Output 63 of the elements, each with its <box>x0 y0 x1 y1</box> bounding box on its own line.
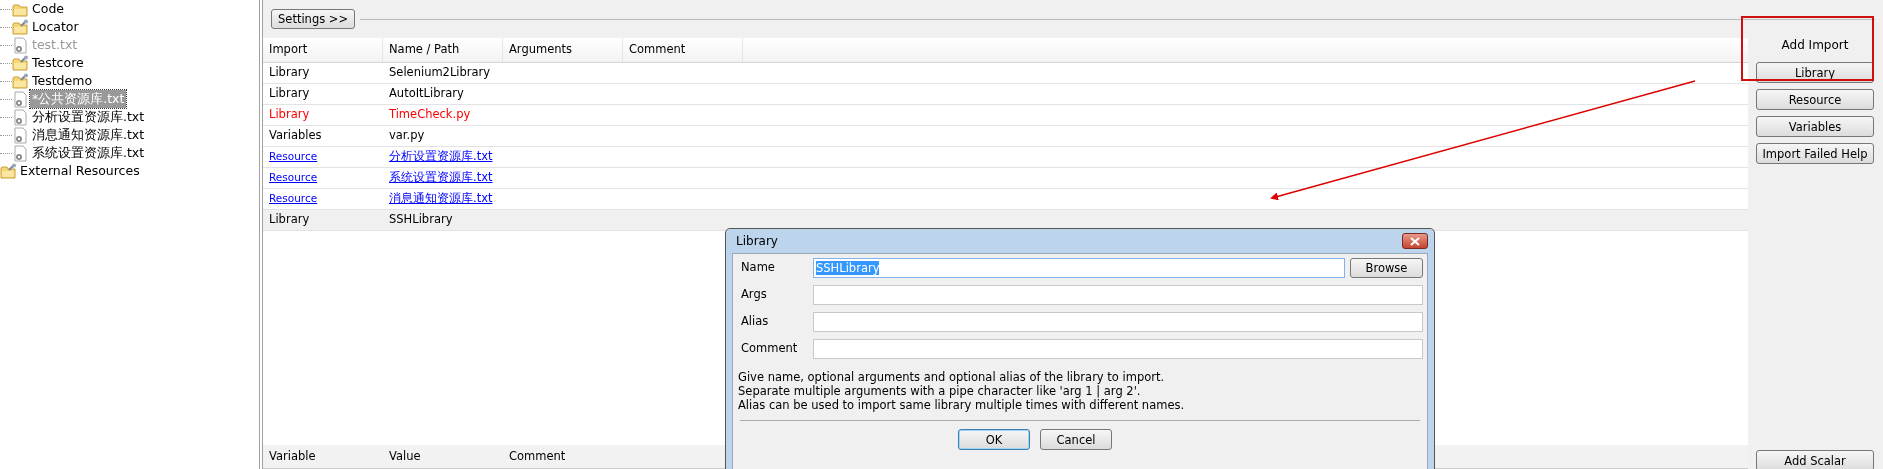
tree-item[interactable]: 系统设置资源库.txt <box>30 143 147 163</box>
column-header: Variable <box>268 447 317 465</box>
tree-item[interactable]: Locator <box>30 17 81 37</box>
field-label: Name <box>740 258 776 276</box>
link[interactable]: 分析设置资源库.txt <box>383 148 503 166</box>
dialog-button[interactable]: Cancel <box>1040 429 1112 450</box>
link[interactable]: Resource <box>263 149 383 165</box>
tree-item[interactable]: Testdemo <box>30 71 95 91</box>
field-label: Alias <box>740 312 770 330</box>
folder-wrench-icon <box>12 54 29 72</box>
tree-item[interactable]: External Resources <box>18 161 142 181</box>
tree-item[interactable]: Testcore <box>30 53 86 73</box>
file-gear-icon <box>12 108 29 126</box>
dialog-title: Library <box>736 233 778 250</box>
column-header: Value <box>388 447 422 465</box>
column-header: Import <box>263 38 383 62</box>
link[interactable]: Resource <box>263 170 383 186</box>
input-field[interactable] <box>813 338 1423 359</box>
selected-row[interactable]: Library SSHLibrary <box>263 210 1748 231</box>
link[interactable]: 消息通知资源库.txt <box>383 190 503 208</box>
folder-wrench-icon <box>12 72 29 90</box>
table-cell-text: SSHLibrary <box>388 211 454 229</box>
table-cell-text: Library <box>268 106 311 124</box>
table-cell-text: Library <box>268 64 311 82</box>
help-text: Give name, optional arguments and optional alias of the library to import. <box>738 370 1166 384</box>
tree-item[interactable]: 消息通知资源库.txt <box>30 125 147 145</box>
add-scalar-button[interactable]: Add Scalar <box>1756 450 1874 469</box>
tree-item[interactable]: Code <box>30 0 66 19</box>
link[interactable]: Resource <box>263 191 383 207</box>
table-cell-text: AutoItLibrary <box>388 85 465 103</box>
close-button[interactable] <box>1402 233 1428 249</box>
folder-wrench-icon <box>0 162 17 180</box>
help-text: Separate multiple arguments with a pipe character like 'arg 1 | arg 2'. <box>738 384 1142 398</box>
field-label: Args <box>740 285 768 303</box>
add-import-button[interactable]: Resource <box>1756 89 1874 110</box>
file-gear-icon <box>12 144 29 162</box>
file-gear-icon <box>12 90 29 108</box>
input-field[interactable] <box>813 284 1423 305</box>
link[interactable]: 系统设置资源库.txt <box>383 169 503 187</box>
table-cell-text: Library <box>268 211 311 229</box>
table-cell-text: var.py <box>388 127 426 145</box>
close-icon <box>1410 236 1420 246</box>
tree-item[interactable]: 分析设置资源库.txt <box>30 107 147 127</box>
help-text: Alias can be used to import same library multiple times with different names. <box>738 398 1186 412</box>
add-import-button[interactable]: Variables <box>1756 116 1874 137</box>
table-cell-text: Selenium2Library <box>388 64 492 82</box>
column-header: Arguments <box>503 38 623 62</box>
file-gear-icon <box>12 36 29 54</box>
column-header: Comment <box>508 447 567 465</box>
table-cell-text: Library <box>268 85 311 103</box>
section-title: Add Import <box>1780 37 1850 54</box>
column-header: Comment <box>623 38 743 62</box>
dialog-button[interactable]: OK <box>958 429 1030 450</box>
folder-wrench-icon <box>12 18 29 36</box>
input-field[interactable] <box>813 311 1423 332</box>
column-header: Name / Path <box>383 38 503 62</box>
field-label: Comment <box>740 339 799 357</box>
browse-button[interactable]: Browse <box>1350 257 1423 278</box>
add-import-button[interactable]: Import Failed Help <box>1756 143 1874 164</box>
table-cell-text: Variables <box>268 127 323 145</box>
table-cell-text: TimeCheck.py <box>388 106 472 124</box>
file-gear-icon <box>12 126 29 144</box>
settings-button[interactable]: Settings >> <box>271 9 356 29</box>
